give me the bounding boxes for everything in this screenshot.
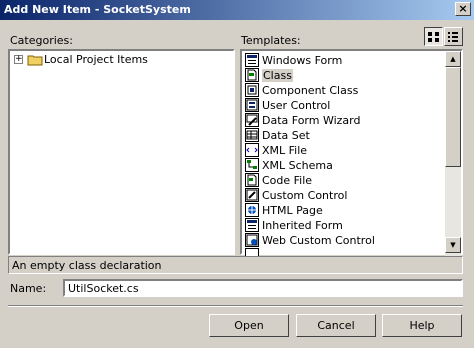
window-title: Add New Item - SocketSystem <box>4 3 191 16</box>
close-button[interactable]: × <box>455 2 471 16</box>
help-button[interactable]: Help <box>382 314 462 337</box>
class-icon <box>245 68 259 82</box>
large-icons-icon <box>428 32 439 42</box>
name-field-value: UtilSocket.cs <box>68 282 139 295</box>
small-icons-view-button[interactable] <box>444 27 463 46</box>
name-field[interactable]: UtilSocket.cs <box>63 279 463 297</box>
template-item-code-file[interactable]: Code File <box>244 173 456 188</box>
inherited-form-icon <box>245 218 259 232</box>
code-file-icon <box>245 173 259 187</box>
tree-item-local-project-items[interactable]: Local Project Items <box>44 53 148 66</box>
cancel-button[interactable]: Cancel <box>296 314 376 337</box>
xml-file-icon <box>245 143 259 157</box>
tree-expander[interactable]: + <box>14 55 23 64</box>
description-text: An empty class declaration <box>12 259 162 272</box>
templates-label: Templates: <box>241 34 301 47</box>
separator <box>8 305 463 307</box>
template-item-user-control[interactable]: User Control <box>244 98 456 113</box>
windows-form-icon <box>245 53 259 67</box>
template-item-class[interactable]: Class <box>244 68 456 83</box>
template-item-web-custom-control[interactable]: Web Custom Control <box>244 233 456 248</box>
templates-scrollbar[interactable]: ▲ ▼ <box>445 51 461 257</box>
add-new-item-dialog: Add New Item - SocketSystem × Categories… <box>0 0 474 348</box>
template-item-windows-form[interactable]: Windows Form <box>244 53 456 68</box>
title-bar[interactable]: Add New Item - SocketSystem × <box>0 0 474 20</box>
html-page-icon <box>245 203 259 217</box>
template-item-data-form-wizard[interactable]: Data Form Wizard <box>244 113 456 128</box>
description-panel: An empty class declaration <box>8 256 463 274</box>
scroll-down-button[interactable]: ▼ <box>445 237 461 253</box>
custom-control-icon <box>245 188 259 202</box>
folder-icon <box>27 55 43 66</box>
name-label: Name: <box>10 282 47 295</box>
template-item-xml-schema[interactable]: XML Schema <box>244 158 456 173</box>
user-control-icon <box>245 98 259 112</box>
data-form-wizard-icon <box>245 113 259 127</box>
template-item-data-set[interactable]: Data Set <box>244 128 456 143</box>
template-item-inherited-form[interactable]: Inherited Form <box>244 218 456 233</box>
categories-tree[interactable]: + Local Project Items <box>8 49 235 255</box>
xml-schema-icon <box>245 158 259 172</box>
scroll-up-button[interactable]: ▲ <box>445 51 461 67</box>
template-item-component-class[interactable]: Component Class <box>244 83 456 98</box>
templates-list[interactable]: Windows Form Class Component Class User … <box>240 49 463 257</box>
data-set-icon <box>245 128 259 142</box>
template-item-xml-file[interactable]: XML File <box>244 143 456 158</box>
template-item-html-page[interactable]: HTML Page <box>244 203 456 218</box>
large-icons-view-button[interactable] <box>424 27 443 46</box>
template-item-custom-control[interactable]: Custom Control <box>244 188 456 203</box>
web-custom-control-icon <box>245 233 259 247</box>
scroll-thumb[interactable] <box>445 67 461 167</box>
component-class-icon <box>245 83 259 97</box>
open-button[interactable]: Open <box>209 314 289 337</box>
list-view-icon <box>448 32 458 42</box>
categories-label: Categories: <box>10 34 73 47</box>
